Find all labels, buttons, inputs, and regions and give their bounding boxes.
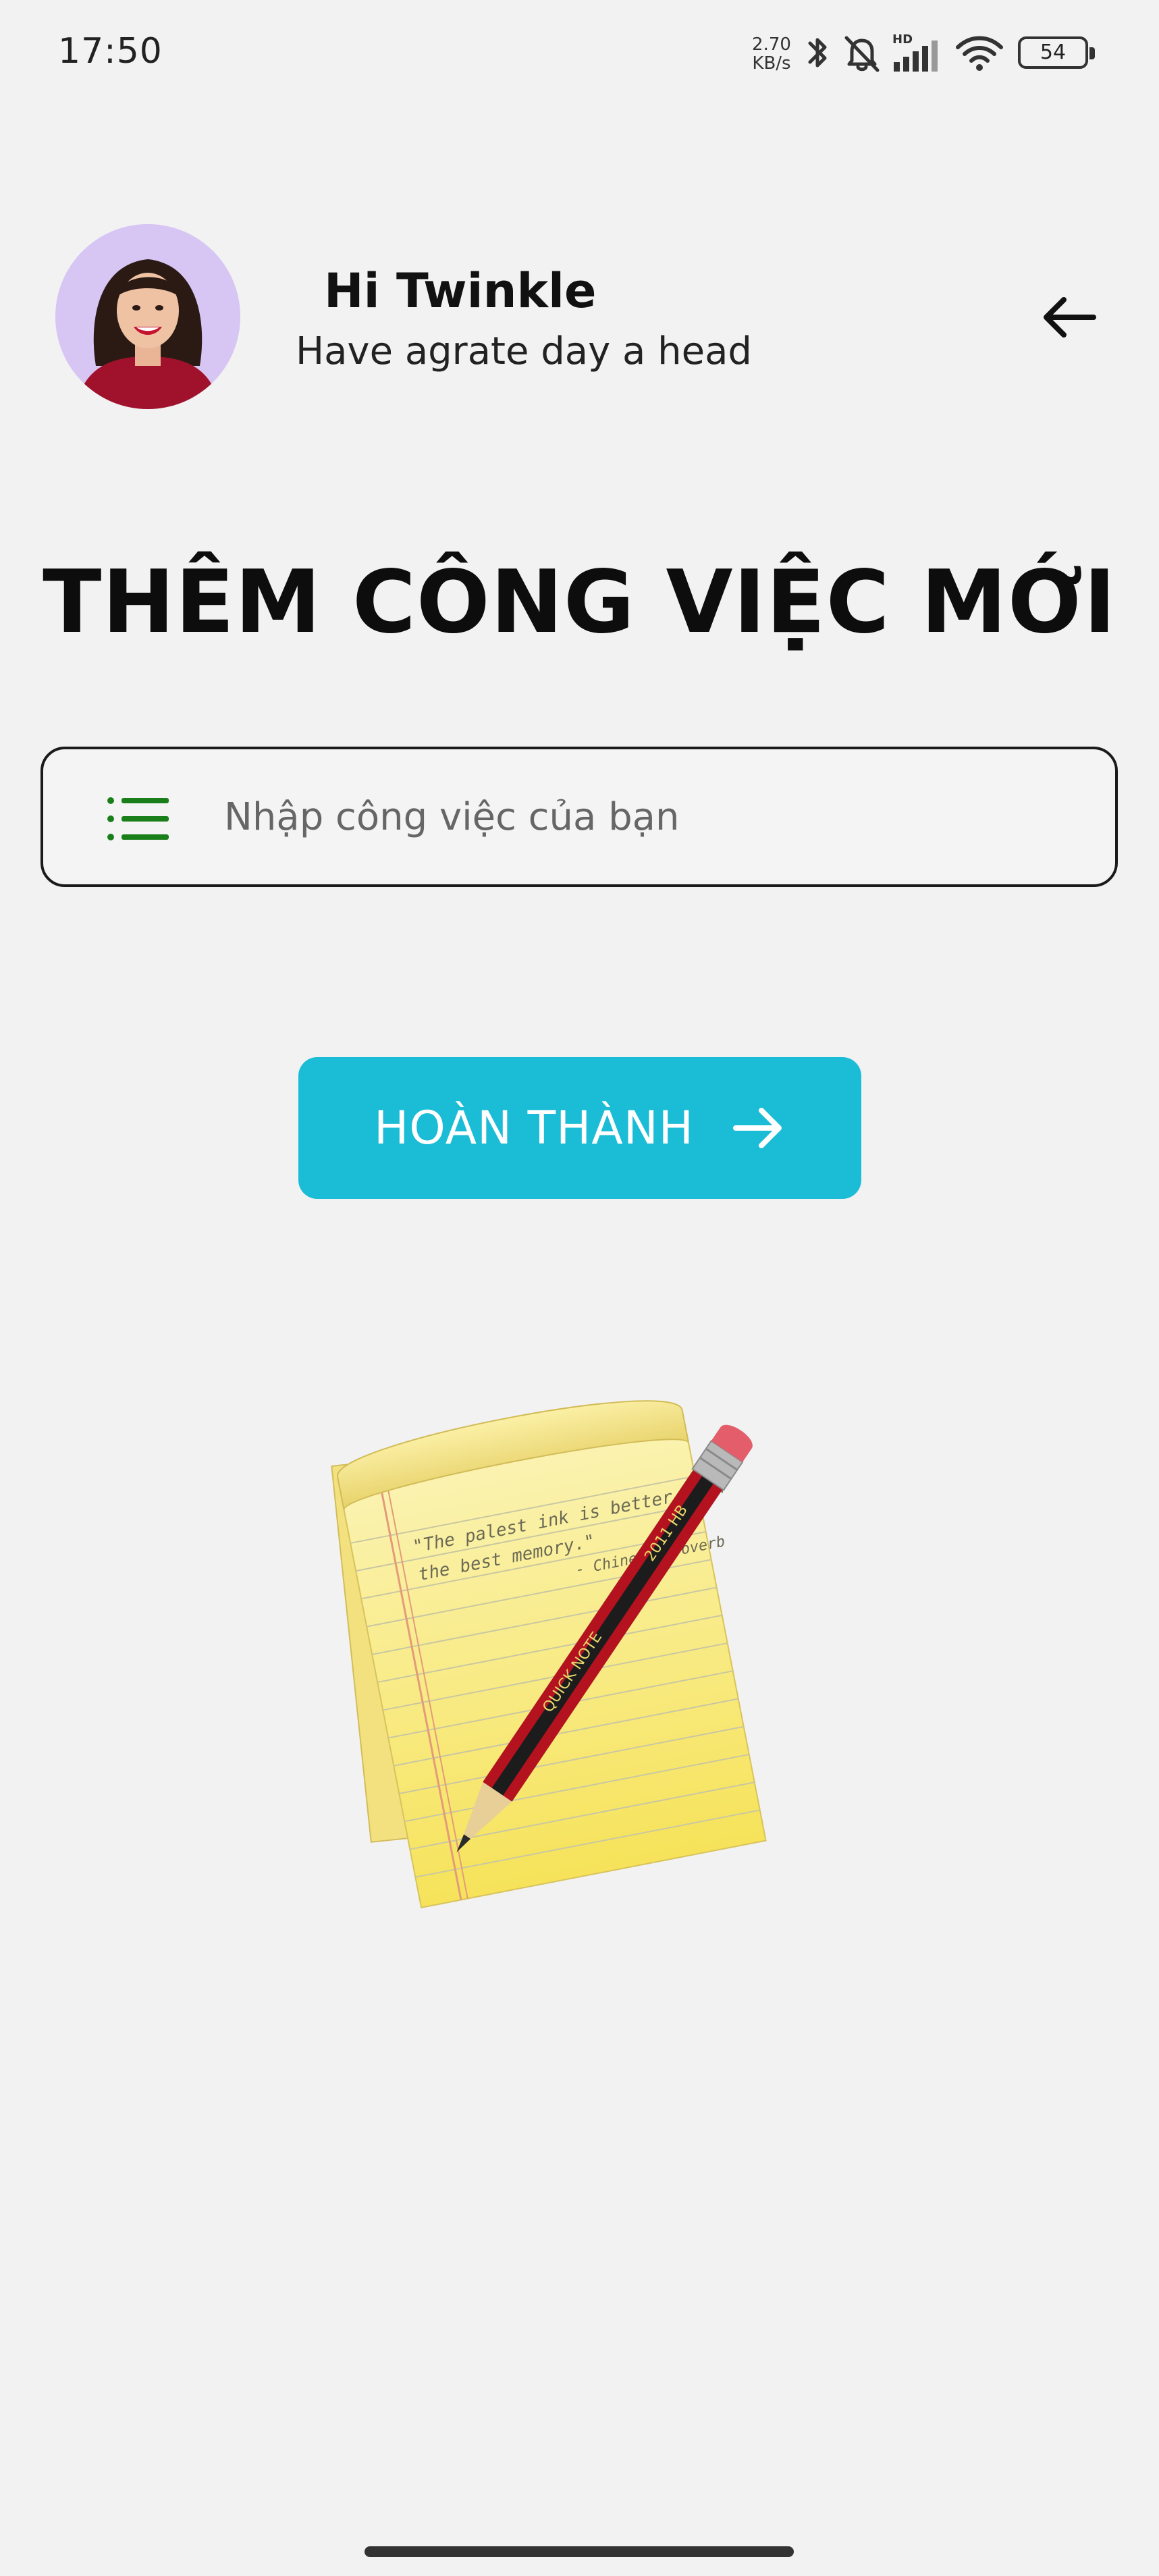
avatar[interactable] [55,224,240,409]
battery-level: 54 [1040,41,1067,64]
task-input-container[interactable] [41,747,1118,887]
list-icon [107,797,169,840]
signal-icon: HD [892,32,938,72]
battery-icon: 54 [1018,36,1095,69]
notepad-pencil-illustration: "The palest ink is better than the best … [331,1400,767,1908]
status-bar: 17:50 2.70 KB/s HD 54 [0,0,1159,108]
complete-button-label: HOÀN THÀNH [374,1101,694,1155]
complete-button[interactable]: HOÀN THÀNH [298,1057,861,1199]
back-button[interactable] [1033,284,1106,351]
network-speed-unit: KB/s [752,53,791,74]
bell-muted-icon [844,36,880,72]
avatar-portrait [55,224,240,409]
add-task-screen: 17:50 2.70 KB/s HD 54 Hi Twinkle Have ag… [0,0,1159,2576]
bluetooth-icon [808,38,827,68]
task-input[interactable] [224,776,1088,857]
greeting-title: Hi Twinkle [324,263,597,319]
wifi-icon [956,36,1003,71]
network-speed-value: 2.70 [752,34,791,55]
network-speed: 2.70 KB/s [748,35,795,73]
hd-label: HD [892,32,913,47]
arrow-right-icon [732,1108,782,1148]
greeting-subtitle: Have agrate day a head [296,329,752,373]
status-time: 17:50 [58,31,163,72]
page-title: THÊM CÔNG VIỆC MỚI [43,552,1116,653]
home-indicator[interactable] [365,2546,794,2557]
arrow-left-icon [1044,297,1096,338]
